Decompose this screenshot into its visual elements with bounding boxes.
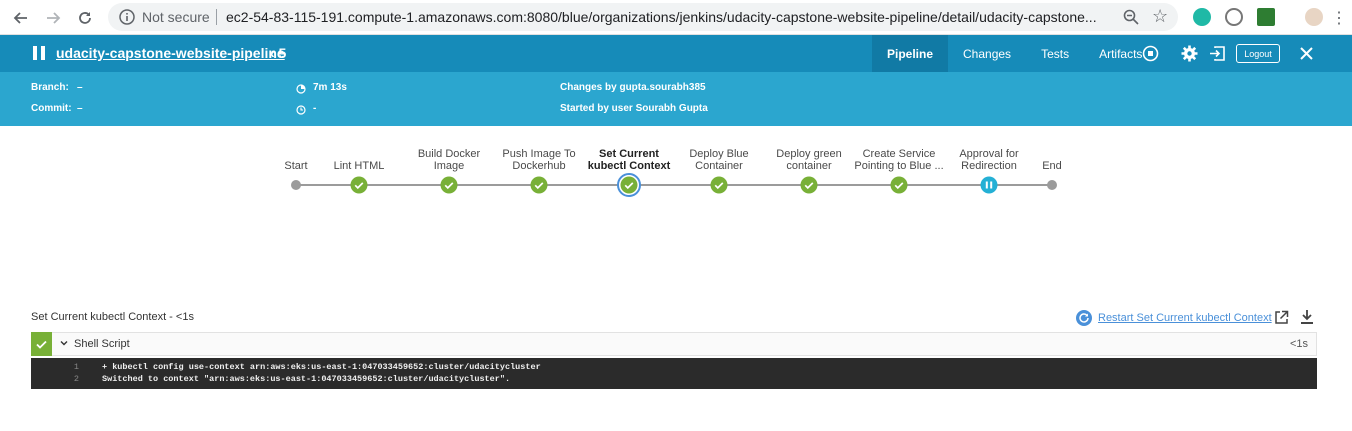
step-row-shell-script[interactable]: Shell Script <1s [31, 332, 1317, 356]
duration-icon [296, 84, 306, 94]
stage-node-create-service[interactable] [890, 176, 908, 194]
stage-node-lint-html[interactable] [350, 176, 368, 194]
stage-node-start [291, 180, 301, 190]
reload-icon[interactable] [72, 5, 98, 31]
menu-icon[interactable]: ⋮ [1326, 5, 1352, 31]
tab-pipeline[interactable]: Pipeline [872, 35, 949, 72]
tab-changes[interactable]: Changes [948, 35, 1026, 72]
stage-node-approval-for[interactable] [980, 176, 998, 194]
browser-toolbar: Not secure ec2-54-83-115-191.compute-1.a… [0, 0, 1352, 35]
exit-icon[interactable] [1209, 45, 1226, 62]
started-by: Started by user Sourabh Gupta [560, 103, 708, 114]
check-icon [36, 340, 47, 349]
line-text: + kubectl config use-context arn:aws:eks… [102, 362, 541, 372]
ended-value: - [313, 103, 317, 114]
divider [216, 9, 217, 25]
open-external-icon[interactable] [1274, 310, 1289, 325]
step-success-status [31, 332, 52, 356]
url-text[interactable]: ec2-54-83-115-191.compute-1.amazonaws.co… [226, 9, 1106, 25]
clock-icon [296, 105, 306, 115]
extension-m-icon[interactable] [1193, 8, 1211, 26]
changes-by: Changes by gupta.sourabh385 [560, 82, 706, 93]
tab-bar: Pipeline Changes Tests Artifacts [872, 35, 1157, 72]
chevron-down-icon[interactable] [59, 338, 69, 348]
console-line: 1 + kubectl config use-context arn:aws:e… [31, 362, 1317, 374]
pipeline-graph-canvas [291, 173, 1057, 197]
logout-button[interactable]: Logout [1236, 44, 1280, 63]
commit-label: Commit: [31, 103, 72, 114]
line-number: 1 [73, 362, 79, 372]
step-name: Shell Script [74, 338, 130, 350]
address-bar[interactable]: Not secure ec2-54-83-115-191.compute-1.a… [108, 3, 1178, 31]
branch-value: – [77, 82, 83, 93]
duration-value: 7m 13s [313, 82, 347, 93]
console-line: 2 Switched to context "arn:aws:eks:us-ea… [31, 374, 1317, 386]
stage-node-end [1047, 180, 1057, 190]
stage-node-build-docker[interactable] [440, 176, 458, 194]
restart-label[interactable]: Restart Set Current kubectl Context [1098, 312, 1272, 324]
restart-stage-link[interactable]: Restart Set Current kubectl Context [1075, 309, 1272, 327]
line-text: Switched to context "arn:aws:eks:us-east… [102, 374, 511, 384]
bookmark-star-icon[interactable]: ☆ [1152, 6, 1168, 27]
gear-icon[interactable] [1181, 45, 1198, 62]
stage-node-push-image-to[interactable] [530, 176, 548, 194]
pipeline-header: udacity-capstone-website-pipeline ‹ 5 Pi… [0, 35, 1352, 72]
profile-avatar[interactable] [1305, 8, 1323, 26]
info-icon[interactable] [118, 8, 136, 26]
stage-label[interactable]: End [997, 160, 1107, 172]
commit-value: – [77, 103, 83, 114]
console-output: 1 + kubectl config use-context arn:aws:e… [31, 358, 1317, 389]
pause-icon [33, 46, 45, 60]
tab-tests[interactable]: Tests [1026, 35, 1084, 72]
restart-icon[interactable] [1075, 309, 1093, 327]
extension-cloud-icon[interactable] [1225, 8, 1243, 26]
branch-label: Branch: [31, 82, 69, 93]
run-info-band: Branch: – Commit: – 7m 13s - Changes by … [0, 72, 1352, 126]
stop-icon[interactable] [1142, 45, 1159, 62]
zoom-icon[interactable] [1122, 8, 1140, 26]
pipeline-name-link[interactable]: udacity-capstone-website-pipeline [56, 45, 285, 61]
step-duration: <1s [1289, 338, 1308, 350]
close-icon[interactable] [1299, 46, 1314, 61]
security-label: Not secure [142, 9, 210, 25]
pipeline-graph: Start Lint HTML Build Docker Image Push Ima… [0, 130, 1352, 220]
back-icon[interactable] [8, 5, 34, 31]
stage-node-deploy-blue[interactable] [710, 176, 728, 194]
forward-icon[interactable] [40, 5, 66, 31]
extension-braces-icon[interactable] [1257, 8, 1275, 26]
run-number: ‹ 5 [270, 45, 287, 61]
stage-node-deploy-green[interactable] [800, 176, 818, 194]
download-icon[interactable] [1300, 309, 1314, 325]
stage-node-set-current[interactable] [617, 173, 641, 197]
line-number: 2 [73, 374, 79, 384]
step-log-title: Set Current kubectl Context - <1s [31, 311, 194, 323]
